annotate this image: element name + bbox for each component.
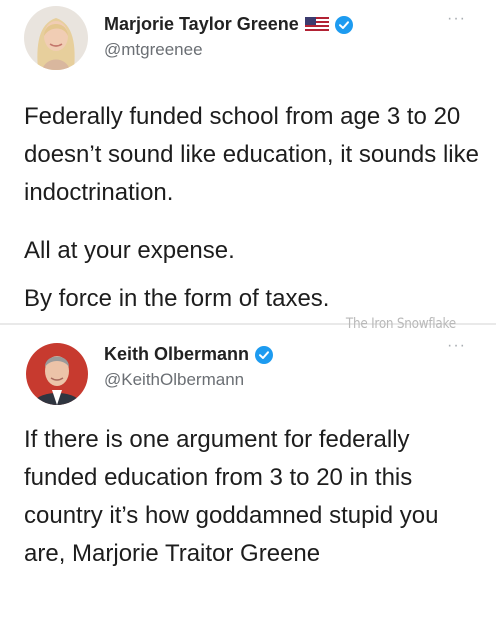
tweet-paragraph: If there is one argument for federally f… xyxy=(24,426,439,567)
more-options-icon[interactable]: ··· xyxy=(447,337,466,355)
verified-badge-icon xyxy=(255,345,274,364)
user-handle[interactable]: @KeithOlbermann xyxy=(104,370,244,390)
user-handle[interactable]: @mtgreenee xyxy=(104,40,203,60)
tweet-paragraph: All at your expense. xyxy=(24,237,235,264)
avatar[interactable] xyxy=(24,6,88,70)
display-name[interactable]: Keith Olbermann xyxy=(104,344,249,365)
tweet-card[interactable]: Marjorie Taylor Greene @mtgreenee ··· Fe… xyxy=(0,0,496,325)
tweet-card[interactable]: Keith Olbermann @KeithOlbermann ··· If t… xyxy=(0,325,496,623)
display-name[interactable]: Marjorie Taylor Greene xyxy=(104,14,299,35)
profile-photo xyxy=(26,343,88,405)
name-row: Marjorie Taylor Greene xyxy=(104,14,353,35)
tweet-paragraph: Federally funded school from age 3 to 20… xyxy=(24,103,479,206)
tweet-text: All at your expense. xyxy=(24,232,484,270)
verified-badge-icon xyxy=(334,15,353,34)
more-options-icon[interactable]: ··· xyxy=(447,10,466,28)
name-row: Keith Olbermann xyxy=(104,344,274,365)
us-flag-icon xyxy=(304,17,329,32)
tweet-text: Federally funded school from age 3 to 20… xyxy=(24,98,484,212)
watermark: The Iron Snowflake xyxy=(345,316,456,332)
profile-photo xyxy=(24,6,88,70)
tweet-text: By force in the form of taxes. xyxy=(24,280,484,318)
tweet-text: If there is one argument for federally f… xyxy=(24,421,484,573)
tweet-paragraph: By force in the form of taxes. xyxy=(24,285,330,312)
avatar[interactable] xyxy=(26,343,88,405)
